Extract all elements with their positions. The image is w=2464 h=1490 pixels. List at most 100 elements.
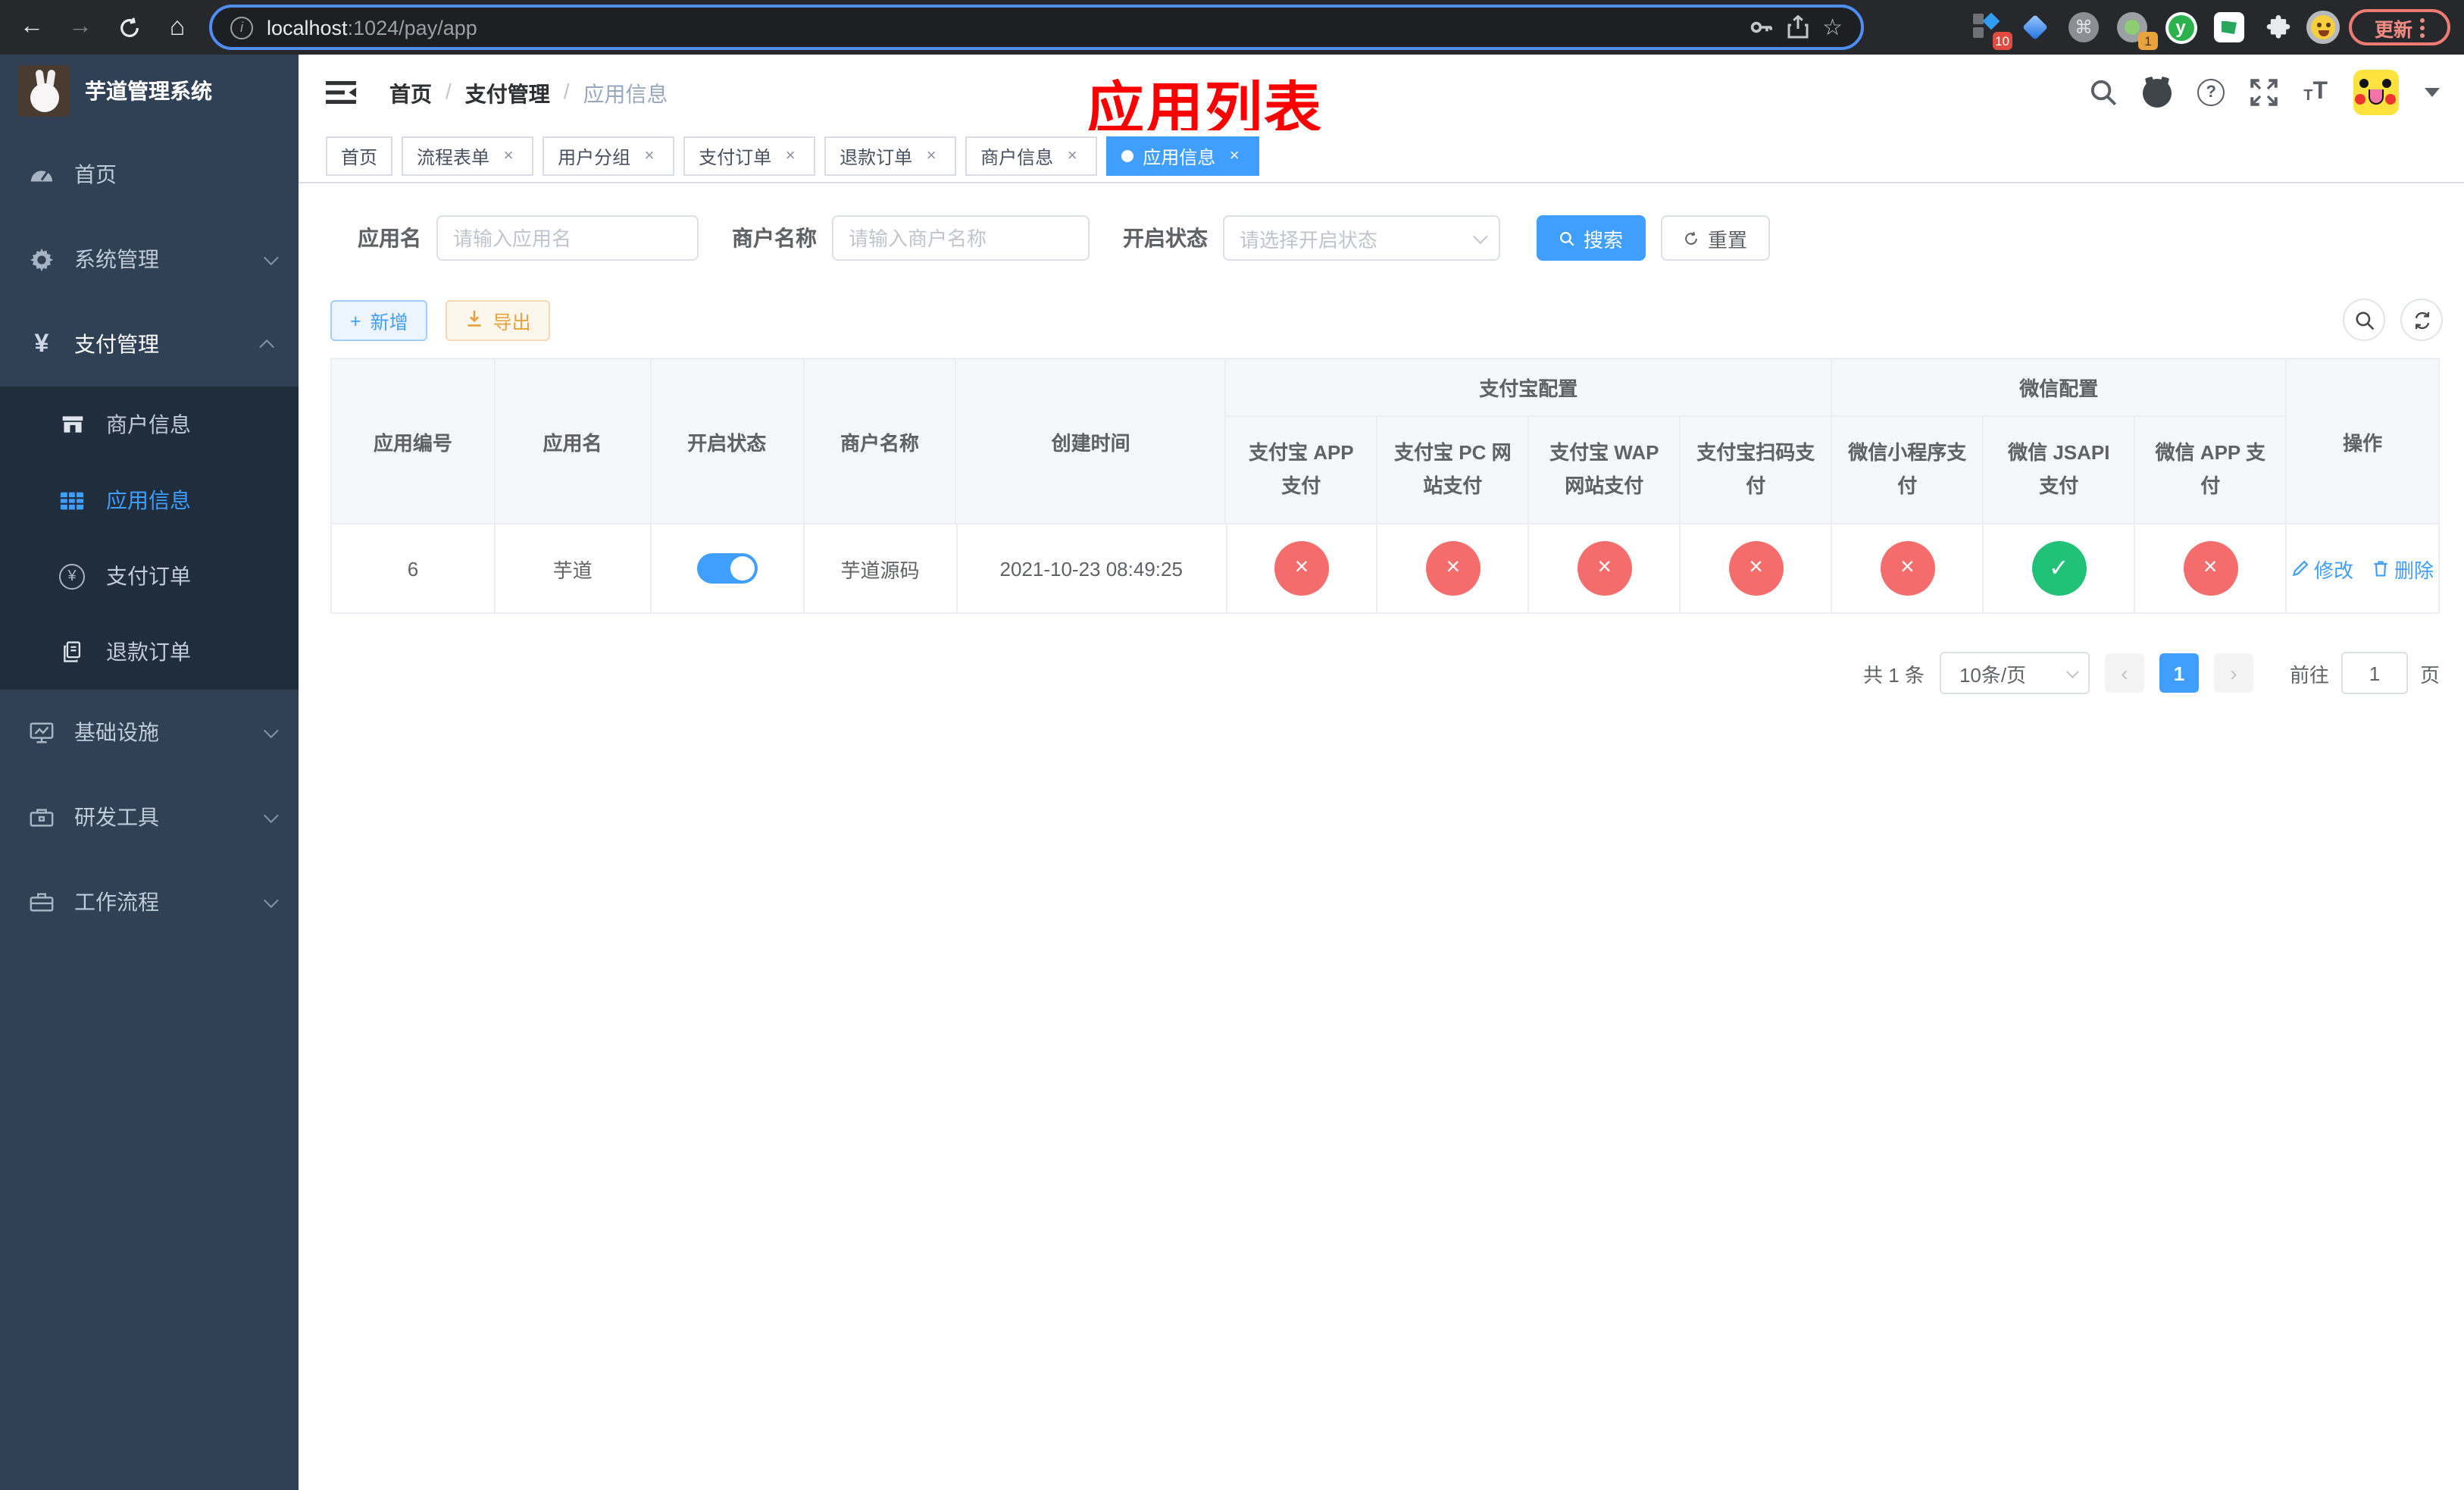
browser-update-button[interactable]: 更新 bbox=[2349, 9, 2450, 45]
sidebar-item-dev-tools[interactable]: 研发工具 bbox=[0, 775, 299, 859]
tab-refund-order[interactable]: 退款订单 × bbox=[824, 136, 957, 176]
bookmark-star-icon[interactable]: ☆ bbox=[1822, 14, 1843, 41]
font-size-icon[interactable]: TT bbox=[2303, 80, 2328, 105]
app-table: 应用编号 应用名 开启状态 商户名称 创建时间 支付宝配置 支付宝 APP 支付… bbox=[330, 358, 2440, 614]
sidebar-item-merchant-info[interactable]: 商户信息 bbox=[0, 387, 299, 462]
sidebar-item-workflow[interactable]: 工作流程 bbox=[0, 859, 299, 944]
extensions-puzzle-icon[interactable] bbox=[2261, 11, 2294, 44]
browser-forward-icon[interactable]: → bbox=[61, 0, 100, 55]
extension-grid-icon[interactable]: 10 bbox=[1970, 11, 2012, 50]
cell-merchant: 芋道源码 bbox=[805, 524, 958, 612]
goto-page-input[interactable] bbox=[2340, 652, 2408, 694]
chevron-down-icon bbox=[2065, 665, 2079, 679]
channel-disabled-cell: × bbox=[1378, 524, 1530, 612]
table-toolbar: + 新增 导出 bbox=[330, 300, 551, 341]
profile-badge: 1 bbox=[2138, 32, 2158, 50]
channel-enabled-cell: ✓ bbox=[1984, 524, 2136, 612]
refresh-button[interactable] bbox=[2400, 299, 2443, 341]
close-icon[interactable]: × bbox=[921, 146, 941, 166]
breadcrumb-home[interactable]: 首页 bbox=[389, 79, 432, 109]
col-alipay-app: 支付宝 APP 支付 bbox=[1226, 417, 1378, 523]
sidebar-item-home[interactable]: 首页 bbox=[0, 132, 299, 217]
close-icon[interactable]: × bbox=[639, 146, 659, 166]
app-logo-row[interactable]: 芋道管理系统 bbox=[0, 55, 299, 127]
search-button[interactable]: 搜索 bbox=[1537, 215, 1646, 261]
help-icon[interactable]: ? bbox=[2197, 79, 2225, 106]
password-key-icon[interactable] bbox=[1748, 15, 1772, 39]
tab-process-form[interactable]: 流程表单 × bbox=[402, 136, 534, 176]
edit-button[interactable]: 修改 bbox=[2291, 554, 2353, 583]
grid-table-icon bbox=[59, 487, 85, 513]
goto-label: 前往 bbox=[2289, 663, 2329, 686]
browser-home-icon[interactable]: ⌂ bbox=[158, 0, 197, 55]
delete-button[interactable]: 删除 bbox=[2372, 554, 2434, 583]
close-icon[interactable]: × bbox=[1062, 146, 1082, 166]
col-created: 创建时间 bbox=[957, 359, 1227, 523]
browser-menu-icon[interactable] bbox=[2420, 17, 2425, 37]
github-icon[interactable] bbox=[2143, 75, 2172, 107]
chevron-down-icon bbox=[263, 807, 279, 823]
fullscreen-icon[interactable] bbox=[2250, 79, 2278, 106]
prev-page-button[interactable]: ‹ bbox=[2104, 653, 2144, 693]
shop-icon bbox=[59, 412, 85, 437]
close-icon[interactable]: × bbox=[780, 146, 800, 166]
page-size-select[interactable]: 10条/页 bbox=[1939, 652, 2090, 694]
show-search-button[interactable] bbox=[2343, 299, 2385, 341]
app-name-input[interactable] bbox=[436, 215, 699, 261]
extension-diamond-icon[interactable] bbox=[2018, 11, 2052, 44]
gear-icon bbox=[29, 246, 55, 272]
close-icon[interactable]: × bbox=[499, 146, 518, 166]
enabled-toggle[interactable] bbox=[696, 553, 758, 584]
chevron-down-icon bbox=[1472, 228, 1488, 244]
merchant-name-input[interactable] bbox=[832, 215, 1090, 261]
col-wechat-jsapi: 微信 JSAPI 支付 bbox=[1984, 417, 2136, 523]
table-row: 6 芋道 芋道源码 2021-10-23 08:49:25 × × × × × ✓ × 修改 bbox=[332, 523, 2438, 612]
extension-badge: 10 bbox=[1992, 32, 2012, 50]
sidebar-collapse-icon[interactable] bbox=[326, 80, 356, 112]
sidebar-item-app-info[interactable]: 应用信息 bbox=[0, 462, 299, 538]
tab-app-info[interactable]: 应用信息 × bbox=[1106, 136, 1260, 176]
total-count: 共 1 条 bbox=[1863, 663, 1925, 686]
search-icon[interactable] bbox=[2090, 79, 2117, 106]
cell-created: 2021-10-23 08:49:25 bbox=[957, 524, 1227, 612]
user-menu-caret-icon[interactable] bbox=[2425, 88, 2440, 97]
address-bar[interactable]: i localhost:1024/pay/app ☆ bbox=[209, 5, 1864, 50]
add-button[interactable]: + 新增 bbox=[330, 300, 428, 341]
share-icon[interactable] bbox=[1786, 15, 1809, 39]
monitor-icon bbox=[29, 719, 55, 745]
tab-home[interactable]: 首页 bbox=[326, 136, 393, 176]
sidebar-item-payment[interactable]: ¥ 支付管理 bbox=[0, 302, 299, 387]
cell-status bbox=[652, 524, 805, 612]
export-button[interactable]: 导出 bbox=[446, 300, 551, 341]
page-1-button[interactable]: 1 bbox=[2159, 653, 2199, 693]
extension-profile-icon[interactable]: 1 bbox=[2115, 11, 2158, 50]
group-wechat: 微信配置 微信小程序支付 微信 JSAPI 支付 微信 APP 支付 bbox=[1832, 359, 2287, 523]
channel-disabled-cell: × bbox=[2135, 524, 2287, 612]
main-area: 首页 / 支付管理 / 应用信息 应用列表 ? TT 首页 流程表单 × 用户分… bbox=[299, 55, 2464, 1490]
browser-reload-icon[interactable] bbox=[109, 0, 149, 55]
site-info-icon[interactable]: i bbox=[230, 16, 253, 39]
browser-avatar[interactable] bbox=[2306, 11, 2340, 44]
browser-back-icon[interactable]: ← bbox=[12, 0, 52, 55]
tab-user-group[interactable]: 用户分组 × bbox=[543, 136, 675, 176]
col-app-id: 应用编号 bbox=[332, 359, 496, 523]
tab-merchant-info[interactable]: 商户信息 × bbox=[965, 136, 1098, 176]
reset-button[interactable]: 重置 bbox=[1661, 215, 1770, 261]
sidebar-item-system[interactable]: 系统管理 bbox=[0, 217, 299, 302]
yen-icon: ¥ bbox=[34, 329, 49, 358]
breadcrumb-payment[interactable]: 支付管理 bbox=[465, 79, 550, 109]
extension-command-icon[interactable]: ⌘ bbox=[2067, 11, 2100, 44]
browser-toolbar: ← → ⌂ i localhost:1024/pay/app ☆ 10 ⌘ 1 … bbox=[0, 0, 2464, 55]
extension-flag-icon[interactable] bbox=[2212, 11, 2246, 44]
user-avatar[interactable] bbox=[2353, 70, 2399, 115]
tab-pay-order[interactable]: 支付订单 × bbox=[683, 136, 816, 176]
next-page-button[interactable]: › bbox=[2213, 653, 2253, 693]
sidebar-item-pay-orders[interactable]: ¥ 支付订单 bbox=[0, 538, 299, 614]
sidebar-item-infrastructure[interactable]: 基础设施 bbox=[0, 690, 299, 775]
app-title: 芋道管理系统 bbox=[85, 79, 212, 103]
sidebar-item-refund-orders[interactable]: 退款订单 bbox=[0, 614, 299, 690]
cell-app-name: 芋道 bbox=[496, 524, 652, 612]
close-icon[interactable]: × bbox=[1224, 146, 1244, 166]
status-select[interactable]: 请选择开启状态 bbox=[1223, 215, 1500, 261]
extension-yuque-icon[interactable]: y bbox=[2164, 11, 2197, 44]
